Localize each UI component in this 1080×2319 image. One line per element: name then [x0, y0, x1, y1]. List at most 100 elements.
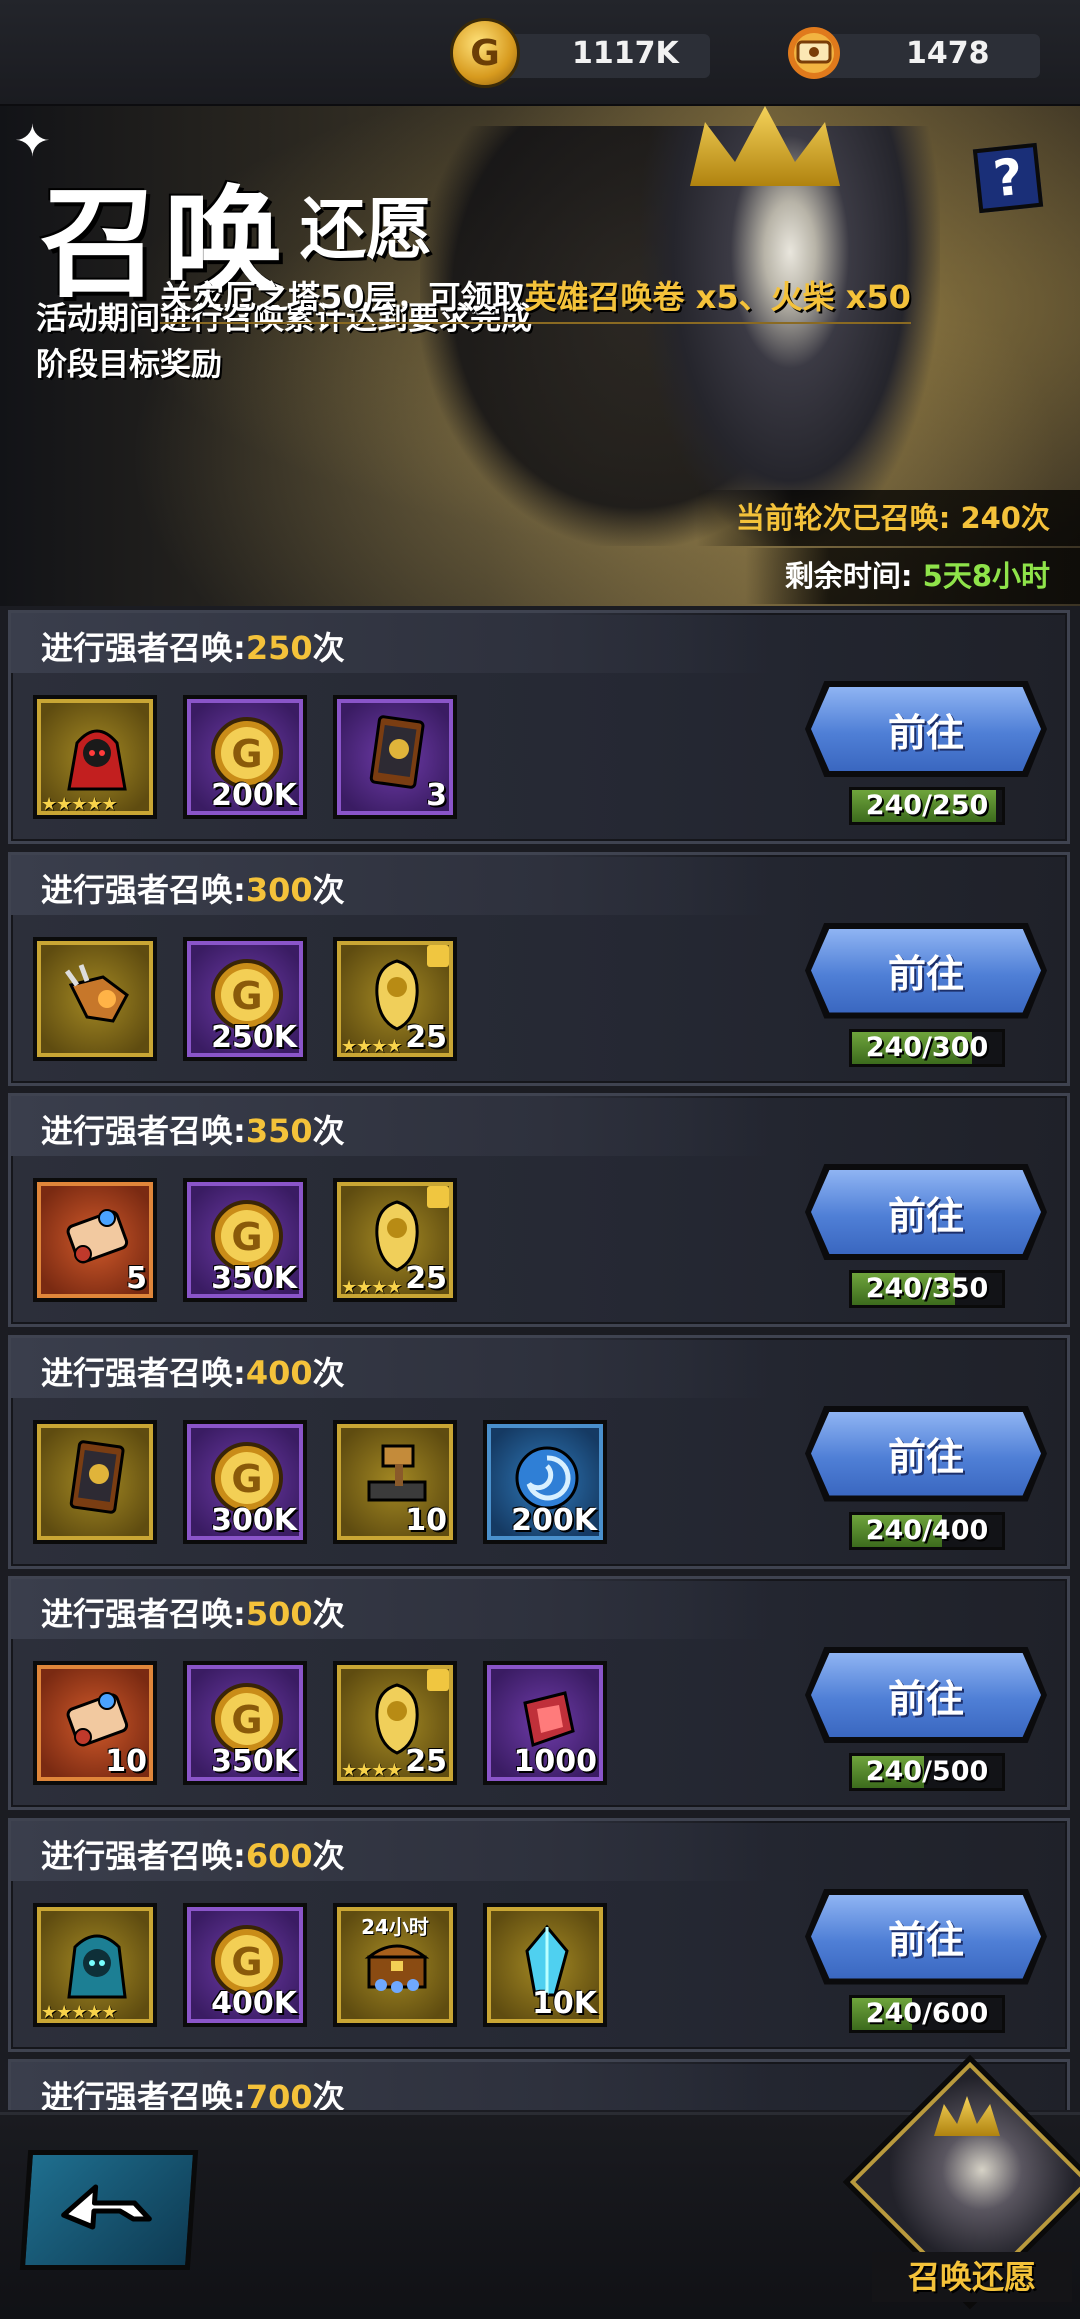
item-quantity: 3 — [426, 778, 447, 813]
back-button[interactable] — [19, 2150, 199, 2270]
go-button[interactable]: 前往 — [811, 1894, 1041, 1979]
row-unit: 次 — [312, 1836, 345, 1875]
go-button[interactable]: 前往 — [811, 1653, 1041, 1737]
reward-row: 进行强者召唤:300次 G 250K ★★★★ 25 前往 240/300 — [8, 851, 1070, 1086]
shard-badge-icon — [427, 944, 449, 967]
remaining-label: 剩余时间: — [784, 559, 913, 593]
reward-item[interactable]: 24小时 — [333, 1902, 457, 2027]
row-unit: 次 — [312, 870, 345, 909]
summoned-count: 当前轮次已召唤: 240次 — [695, 490, 1080, 546]
reward-item[interactable]: 10 — [33, 1661, 157, 1785]
reward-item[interactable]: G 250K — [183, 936, 307, 1061]
gauntlet-icon — [57, 955, 137, 1035]
reward-item[interactable]: 10 — [333, 1419, 457, 1544]
item-stars: ★★★★ — [341, 1035, 403, 1057]
item-quantity: 25 — [405, 1261, 447, 1296]
item-stars: ★★★★★ — [41, 2001, 118, 2023]
help-button[interactable]: ? — [972, 142, 1044, 214]
reward-item[interactable]: ★★★★★ — [33, 1902, 157, 2027]
summon-scroll-icon — [788, 27, 840, 79]
reward-item[interactable]: ★★★★ 25 — [333, 1178, 457, 1302]
row-title: 进行强者召唤:600次 — [41, 1831, 345, 1877]
progress-bar: 240/400 — [849, 1511, 1005, 1550]
row-target-count: 600 — [245, 1836, 313, 1875]
reward-row: 进行强者召唤:350次 5 G 350K ★★★★ 25 前往 240/350 — [8, 1093, 1070, 1327]
item-quantity: 200K — [211, 778, 297, 813]
event-banner: ✦ 召唤 还愿 ? 活动期间进行召唤累计达到要求完成阶段目标奖励 关灾厄之塔50… — [0, 106, 1080, 606]
progress-text: 240/350 — [865, 1273, 989, 1304]
item-quantity: 250K — [211, 1019, 297, 1055]
reward-item[interactable]: ★★★★★ — [33, 695, 157, 819]
item-quantity: 10K — [532, 1985, 597, 2021]
svg-text:G: G — [231, 1940, 262, 1984]
reward-item[interactable]: 3 — [333, 695, 457, 819]
reward-item[interactable]: ★★★★ 25 — [333, 1661, 457, 1785]
progress-bar: 240/250 — [849, 787, 1005, 825]
row-title-text: 进行强者召唤: — [41, 2078, 246, 2110]
gold-currency: G 1117K — [450, 18, 720, 88]
blue-hero-icon — [57, 1921, 137, 2001]
reward-item[interactable]: 10K — [483, 1902, 607, 2027]
row-unit: 次 — [312, 2078, 345, 2110]
item-stars: ★★★★ — [341, 1760, 403, 1781]
row-title-text: 进行强者召唤: — [41, 870, 246, 909]
hero-art — [640, 126, 940, 546]
back-arrow-icon — [61, 2184, 152, 2230]
progress-text: 240/250 — [865, 790, 989, 821]
shard-badge-icon — [427, 1669, 449, 1691]
progress-bar: 240/350 — [849, 1270, 1005, 1308]
reward-item[interactable]: 5 — [33, 1178, 157, 1302]
row-title: 进行强者召唤:500次 — [41, 1589, 345, 1635]
row-title: 进行强者召唤:400次 — [41, 1348, 345, 1394]
row-header: 进行强者召唤:250次 — [11, 613, 771, 673]
question-icon: ? — [990, 147, 1026, 209]
floating-tip: 关灾厄之塔50层，可领取英雄召唤卷 x5、火柴 x50 — [160, 272, 911, 324]
row-target-count: 350 — [245, 1112, 313, 1150]
reward-item[interactable]: 200K — [483, 1419, 607, 1544]
row-target-count: 500 — [245, 1595, 313, 1633]
row-unit: 次 — [312, 1112, 345, 1150]
hero-card-icon — [57, 1438, 137, 1518]
reward-row: 进行强者召唤:400次 G 300K 10 200K 前往 240/400 — [8, 1334, 1070, 1569]
gold-value: 1117K — [572, 36, 679, 71]
reward-item[interactable]: G 350K — [183, 1178, 307, 1302]
reward-item[interactable]: G 400K — [183, 1902, 307, 2027]
tip-prefix: 关灾厄之塔50层，可领取 — [160, 278, 525, 316]
row-title-text: 进行强者召唤: — [41, 1836, 246, 1875]
row-unit: 次 — [312, 1595, 345, 1633]
row-title: 进行强者召唤:300次 — [41, 865, 345, 911]
reward-item[interactable] — [33, 936, 157, 1061]
row-target-count: 250 — [245, 629, 313, 667]
item-quantity: 5 — [126, 1261, 147, 1296]
row-header: 进行强者召唤:500次 — [11, 1579, 771, 1639]
row-title: 进行强者召唤:700次 — [41, 2072, 345, 2110]
go-button[interactable]: 前往 — [811, 687, 1041, 771]
row-target-count: 400 — [245, 1353, 313, 1392]
row-unit: 次 — [312, 1353, 345, 1392]
progress-text: 240/600 — [865, 1997, 989, 2029]
item-stars: ★★★★★ — [41, 794, 118, 815]
reward-item[interactable]: G 350K — [183, 1661, 307, 1785]
row-header: 进行强者召唤:400次 — [11, 1337, 771, 1398]
go-button[interactable]: 前往 — [811, 1411, 1041, 1496]
reward-list[interactable]: 进行强者召唤:250次 ★★★★★ G 200K 3 前往 240/250 进行强者召唤:30… — [0, 610, 1080, 2110]
row-header: 进行强者召唤:700次 — [11, 2062, 771, 2110]
reward-item[interactable] — [33, 1419, 157, 1544]
row-title-text: 进行强者召唤: — [41, 1353, 246, 1392]
reward-row: 进行强者召唤:500次 10 G 350K ★★★★ 25 1000 前往 240/500 — [8, 1576, 1070, 1810]
reward-item[interactable]: ★★★★ 25 — [333, 936, 457, 1061]
svg-text:G: G — [231, 1698, 262, 1742]
tip-highlight: 英雄召唤卷 x5、火柴 x50 — [524, 278, 911, 316]
reward-item[interactable]: G 300K — [183, 1419, 307, 1544]
summoned-label: 当前轮次已召唤: — [735, 501, 951, 535]
item-quantity: 350K — [211, 1744, 297, 1779]
reward-item[interactable]: G 200K — [183, 695, 307, 819]
progress-bar: 240/300 — [849, 1028, 1005, 1067]
row-title-text: 进行强者召唤: — [41, 1112, 246, 1150]
go-button[interactable]: 前往 — [811, 928, 1041, 1013]
go-button[interactable]: 前往 — [811, 1170, 1041, 1254]
reward-row: 进行强者召唤:250次 ★★★★★ G 200K 3 前往 240/250 — [8, 610, 1070, 844]
item-stars: ★★★★ — [341, 1277, 403, 1298]
reward-item[interactable]: 1000 — [483, 1661, 607, 1785]
progress-text: 240/300 — [865, 1031, 989, 1063]
